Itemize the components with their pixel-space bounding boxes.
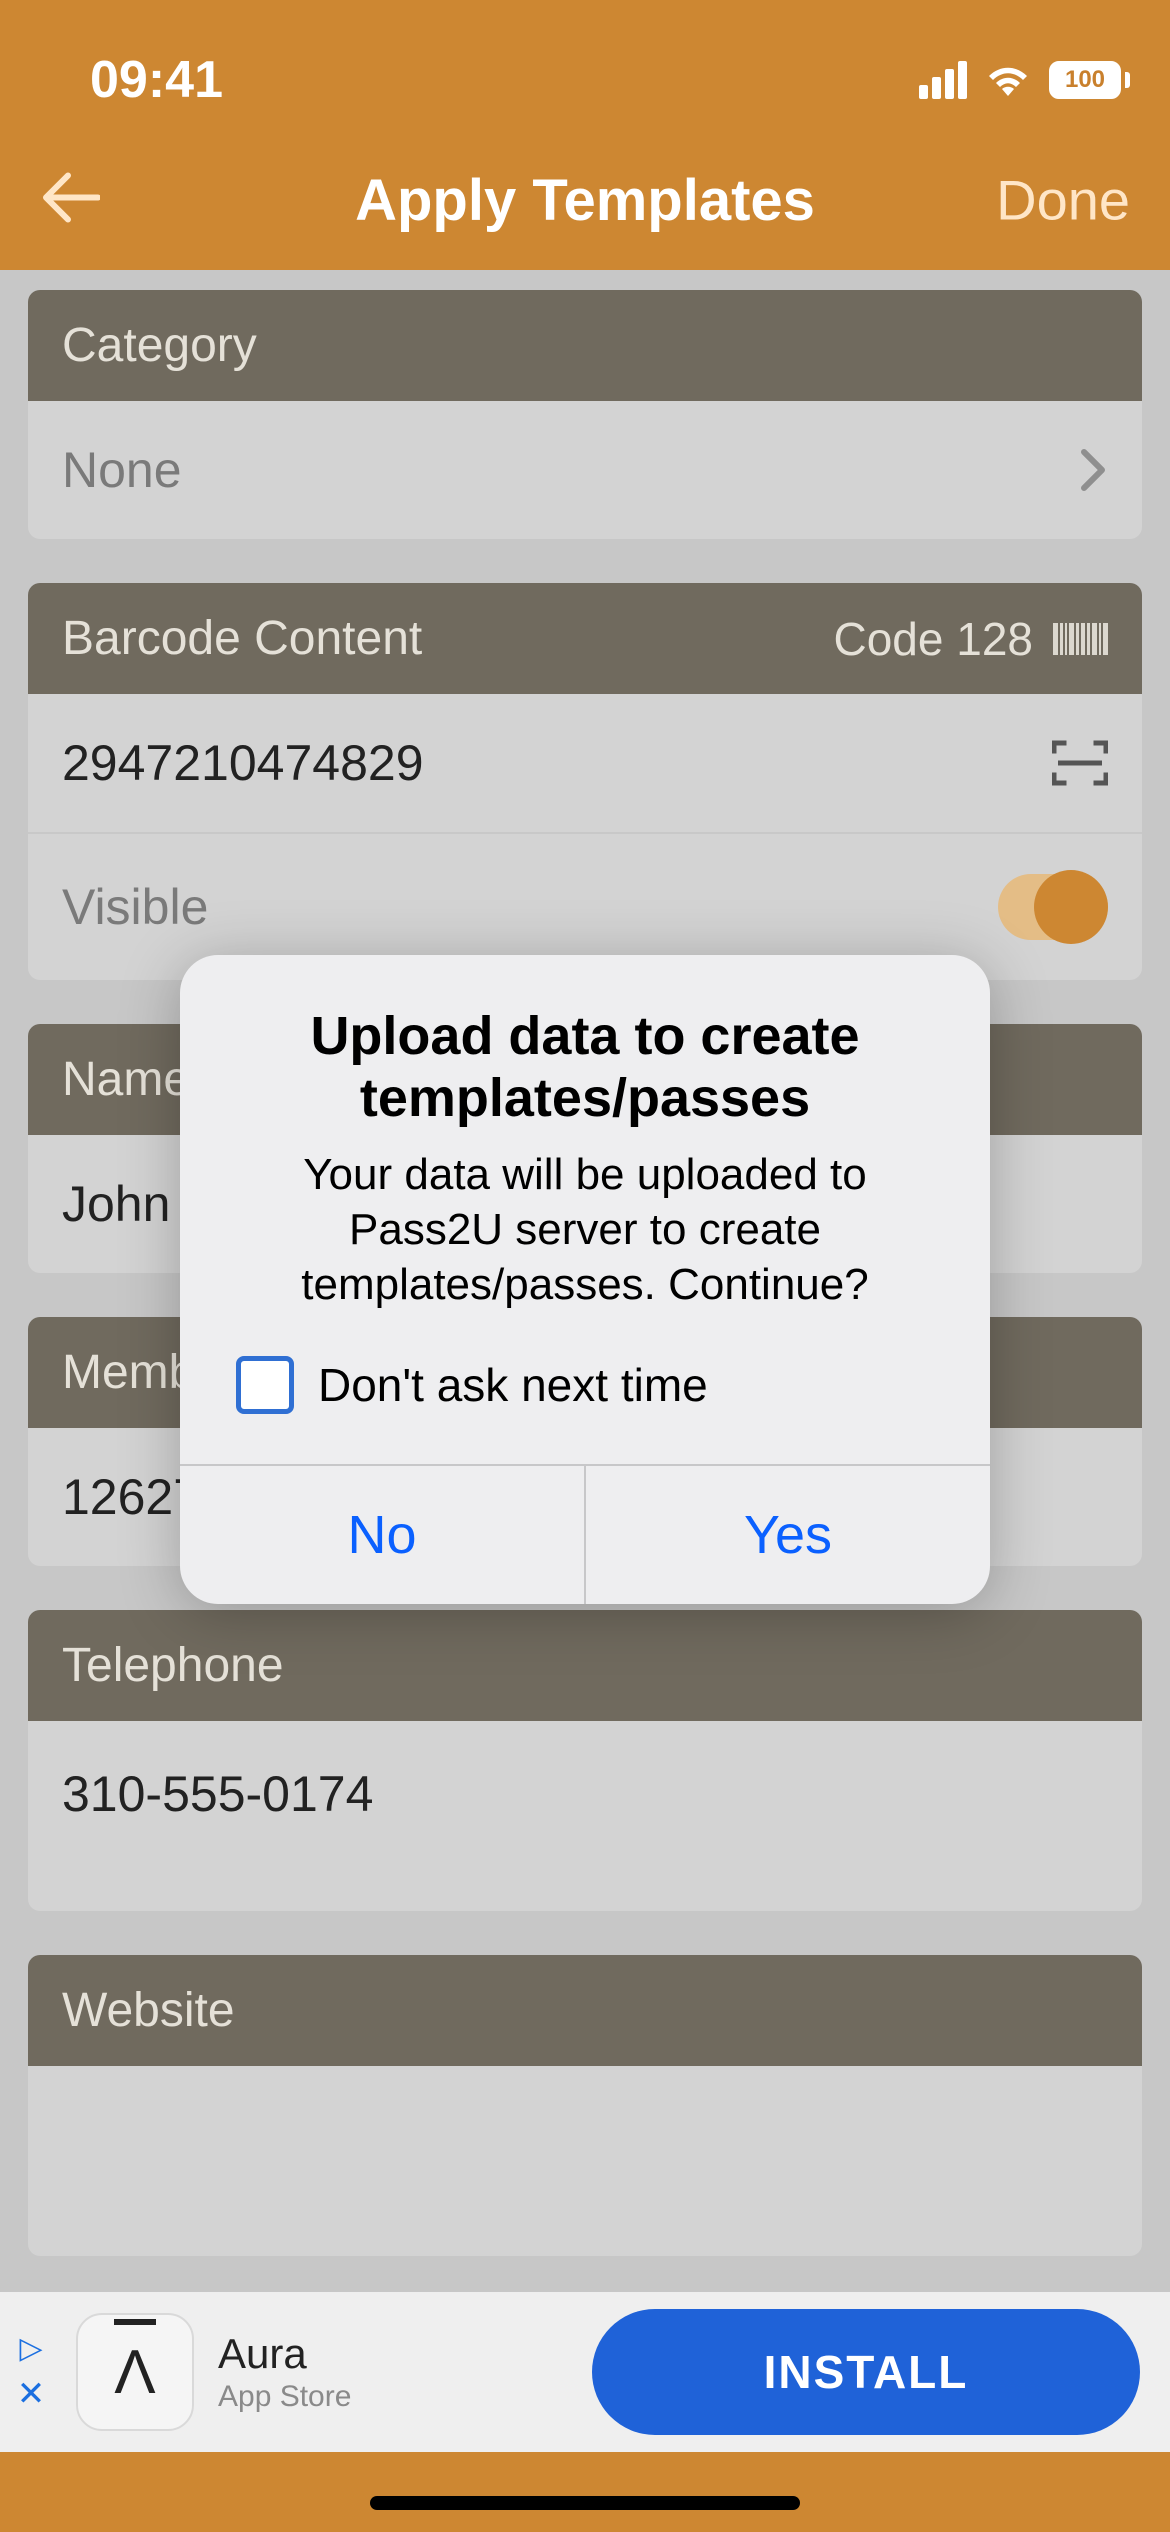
- dont-ask-label: Don't ask next time: [318, 1358, 708, 1412]
- dialog-title: Upload data to create templates/passes: [226, 1005, 944, 1129]
- dialog-yes-button[interactable]: Yes: [586, 1466, 990, 1604]
- dont-ask-checkbox[interactable]: [236, 1356, 294, 1414]
- dialog-message: Your data will be uploaded to Pass2U ser…: [226, 1147, 944, 1312]
- screen: 09:41 100 Apply Templates Done: [0, 0, 1170, 2532]
- upload-dialog: Upload data to create templates/passes Y…: [180, 955, 990, 1604]
- dialog-buttons: No Yes: [180, 1464, 990, 1604]
- dialog-no-button[interactable]: No: [180, 1466, 586, 1604]
- dialog-checkbox-row[interactable]: Don't ask next time: [226, 1312, 944, 1424]
- dialog-backdrop: Upload data to create templates/passes Y…: [0, 0, 1170, 2532]
